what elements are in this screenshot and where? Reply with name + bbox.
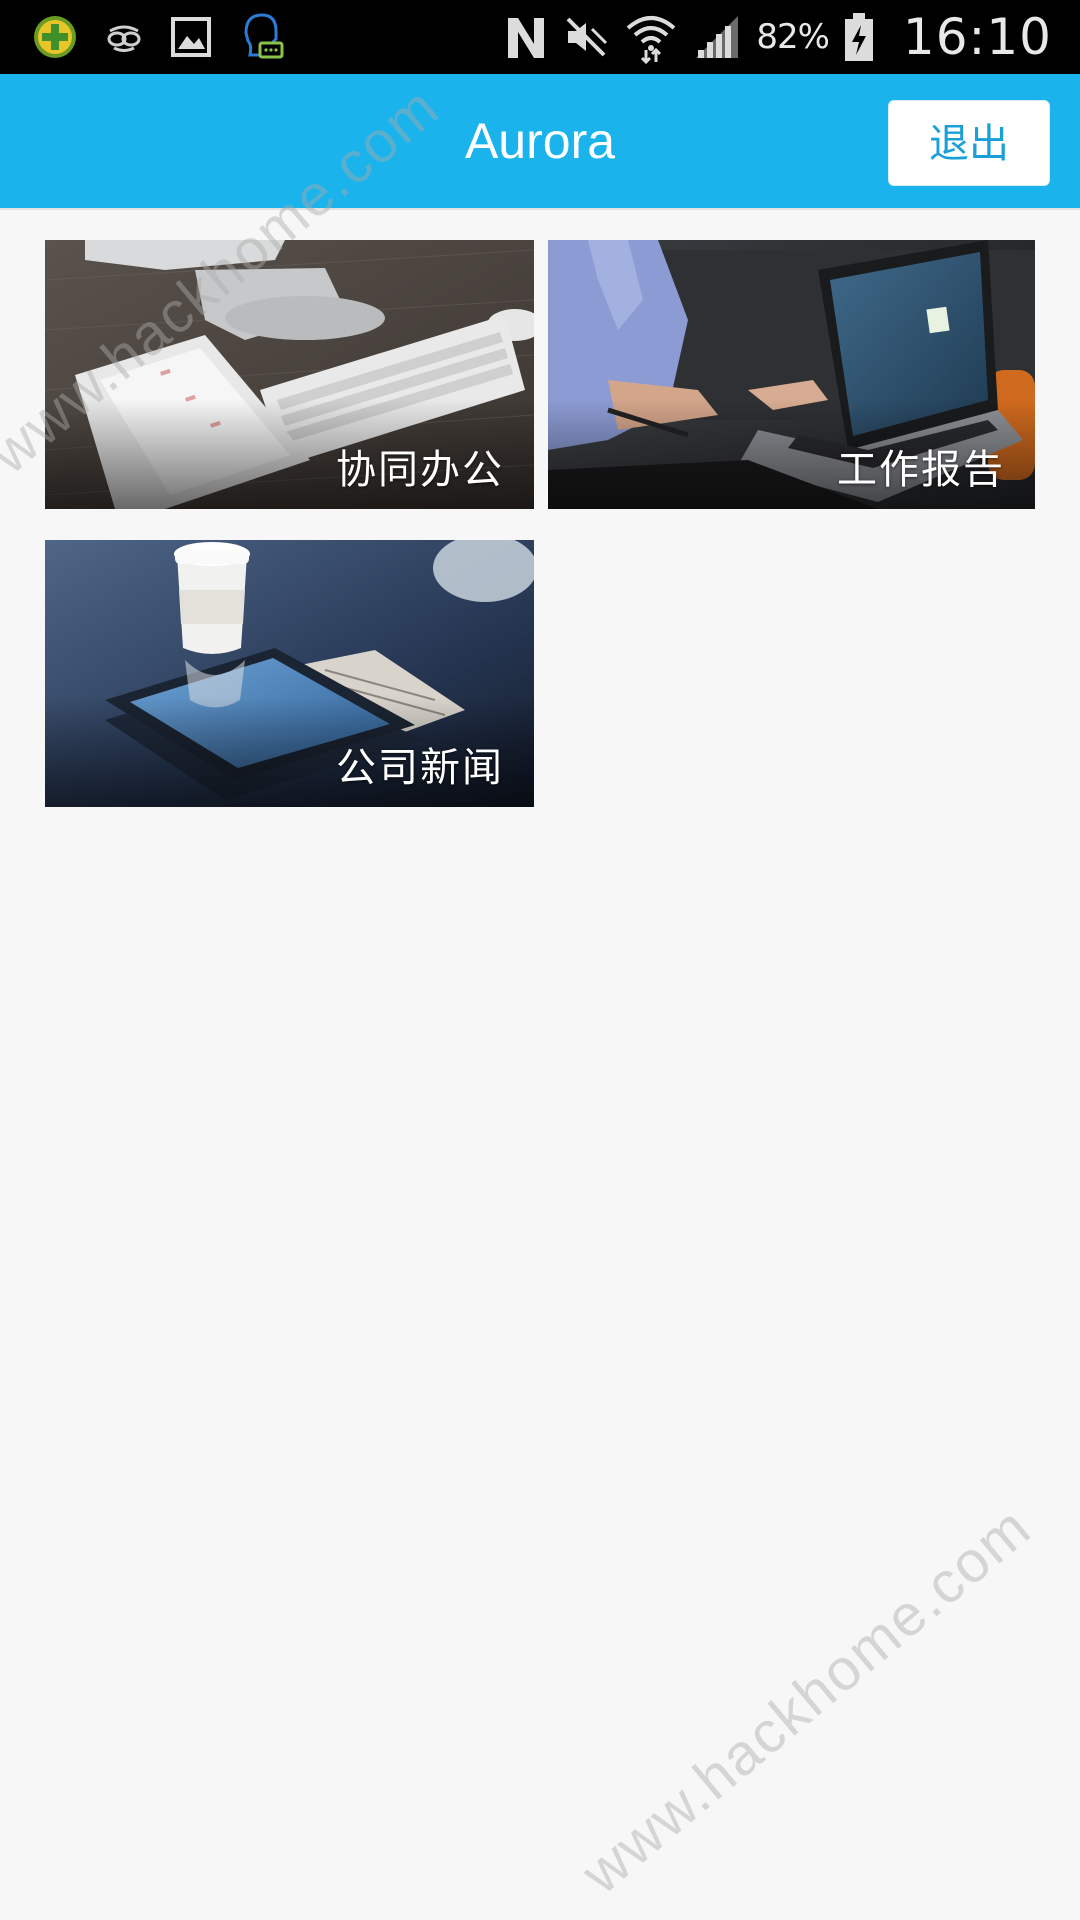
app-plus-icon [34,16,76,58]
gallery-icon [171,17,211,57]
tile-work-report[interactable]: 工作报告 [548,240,1035,509]
tile-label: 工作报告 [837,447,1005,493]
nfc-icon [508,18,545,58]
clock: 16:10 [902,8,1052,66]
battery-charging-icon [844,13,873,61]
glasses-icon [107,25,141,52]
mute-icon [566,17,608,57]
chat-assistant-icon [244,13,284,59]
watermark-bottom: www.hackhome.com [569,1493,1044,1907]
tile-collaborative-office[interactable]: 协同办公 [45,240,534,509]
notification-icons [32,10,284,64]
wifi-icon [627,16,676,64]
tile-label: 公司新闻 [336,745,504,791]
logout-button[interactable]: 退出 [888,100,1050,186]
system-indicators: 82% 16:10 [504,0,1052,74]
signal-icon [696,16,739,58]
status-bar: 82% 16:10 [0,0,1080,74]
app-screen: 82% 16:10 Aurora 退出 协同办公 工作报告 公司新闻 www.h… [0,0,1080,1920]
tile-company-news[interactable]: 公司新闻 [45,540,534,807]
battery-percent: 82% [756,17,830,57]
app-header: Aurora 退出 [0,74,1080,210]
tile-label: 协同办公 [336,447,504,493]
